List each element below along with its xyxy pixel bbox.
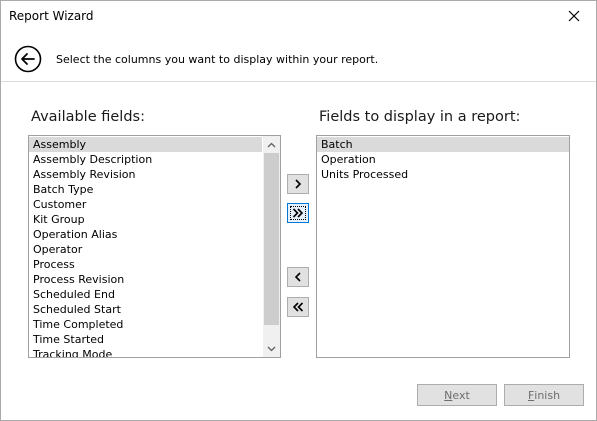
list-item[interactable]: Customer <box>29 197 262 212</box>
list-item[interactable]: Units Processed <box>317 167 569 182</box>
finish-button[interactable]: Finish <box>504 384 584 406</box>
wizard-header: Select the columns you want to display w… <box>1 31 596 82</box>
window-title: Report Wizard <box>9 9 94 23</box>
chevron-left-icon <box>294 272 301 282</box>
list-item[interactable]: Scheduled Start <box>29 302 262 317</box>
available-fields-items: Assembly Assembly Description Assembly Rev… <box>29 137 262 357</box>
double-chevron-right-icon <box>292 208 304 218</box>
next-mnemonic: N <box>444 388 453 402</box>
list-item[interactable]: Assembly <box>29 137 262 152</box>
available-fields-list[interactable]: Assembly Assembly Description Assembly Rev… <box>28 135 281 358</box>
list-item[interactable]: Batch <box>317 137 569 152</box>
remove-all-fields-button[interactable] <box>287 297 309 317</box>
close-icon <box>568 10 580 22</box>
finish-label-rest: inish <box>534 388 561 402</box>
list-item[interactable]: Time Started <box>29 332 262 347</box>
list-item[interactable]: Operator <box>29 242 262 257</box>
close-button[interactable] <box>552 1 596 31</box>
list-item[interactable]: Time Completed <box>29 317 262 332</box>
report-wizard-window: Report Wizard Select the columns you wan… <box>0 0 597 421</box>
list-item[interactable]: Operation Alias <box>29 227 262 242</box>
back-arrow-icon <box>14 45 42 73</box>
remove-field-button[interactable] <box>287 267 309 287</box>
chevron-right-icon <box>295 179 302 189</box>
next-button[interactable]: Next <box>417 384 497 406</box>
list-item[interactable]: Operation <box>317 152 569 167</box>
list-item[interactable]: Assembly Description <box>29 152 262 167</box>
scroll-down-button[interactable] <box>263 340 280 357</box>
title-bar: Report Wizard <box>1 1 596 31</box>
list-item[interactable]: Kit Group <box>29 212 262 227</box>
back-button[interactable] <box>14 45 42 73</box>
display-fields-label: Fields to display in a report: <box>319 109 521 125</box>
available-fields-label: Available fields: <box>31 109 145 125</box>
scroll-thumb[interactable] <box>264 153 279 325</box>
chevron-down-icon <box>267 346 276 351</box>
list-item[interactable]: Scheduled End <box>29 287 262 302</box>
list-item[interactable]: Process <box>29 257 262 272</box>
chevron-up-icon <box>267 142 276 147</box>
double-chevron-left-icon <box>292 302 304 312</box>
available-fields-scrollbar[interactable] <box>263 136 280 357</box>
next-label-rest: ext <box>452 388 470 402</box>
instructions-text: Select the columns you want to display w… <box>56 53 379 66</box>
list-item[interactable]: Batch Type <box>29 182 262 197</box>
add-field-button[interactable] <box>287 174 309 194</box>
display-fields-list[interactable]: Batch Operation Units Processed <box>316 135 570 358</box>
list-item[interactable]: Assembly Revision <box>29 167 262 182</box>
list-item[interactable]: Process Revision <box>29 272 262 287</box>
scroll-up-button[interactable] <box>263 136 280 153</box>
display-fields-items: Batch Operation Units Processed <box>317 137 569 182</box>
add-all-fields-button[interactable] <box>287 203 309 223</box>
list-item[interactable]: Tracking Mode <box>29 347 262 357</box>
